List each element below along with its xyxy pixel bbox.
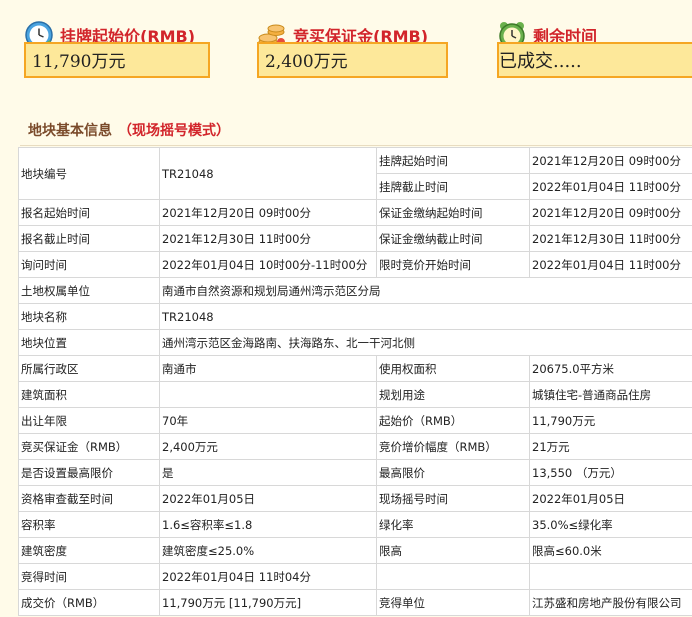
table-cell-key: 现场摇号时间 [376,485,530,512]
table-cell-value [529,563,692,590]
start-price-value: 11,790万元 [24,42,210,78]
table-cell-key: 起始价（RMB） [376,407,530,434]
table-cell-value: 2021年12月20日 09时00分 [529,199,692,226]
table-cell-key: 地块编号 [18,147,160,200]
table-cell-key: 绿化率 [376,511,530,538]
table-cell-value: 江苏盛和房地产股份有限公司 [529,589,692,616]
table-cell-value: 35.0%≤绿化率 [529,511,692,538]
auction-mode: （现场摇号模式） [118,123,230,139]
table-cell-key: 建筑面积 [18,381,160,408]
table-cell-key: 所属行政区 [18,355,160,382]
table-cell-value: 2022年01月05日 [159,485,377,512]
table-cell-key: 挂牌起始时间 [376,147,530,174]
table-cell-value: 是 [159,459,377,486]
table-row: 所属行政区 南通市 使用权面积 20675.0平方米 [18,355,692,382]
table-row: 容积率 1.6≤容积率≤1.8 绿化率 35.0%≤绿化率 [18,511,692,538]
table-cell-key: 竞价增价幅度（RMB） [376,433,530,460]
table-cell-value: 通州湾示范区金海路南、扶海路东、北一干河北侧 [159,329,692,356]
table-cell-value: 2022年01月04日 11时00分 [529,251,692,278]
table-cell-value: 建筑密度≤25.0% [159,537,377,564]
remaining-value: 已成交..... [497,42,692,78]
table-cell-key: 土地权属单位 [18,277,160,304]
table-cell-value: 限高≤60.0米 [529,537,692,564]
table-row: 竞买保证金（RMB） 2,400万元 竞价增价幅度（RMB） 21万元 [18,433,692,460]
table-cell-key: 建筑密度 [18,537,160,564]
deposit-value: 2,400万元 [257,42,448,78]
table-cell-value: 70年 [159,407,377,434]
table-cell-key: 使用权面积 [376,355,530,382]
table-row: 出让年限 70年 起始价（RMB） 11,790万元 [18,407,692,434]
table-cell-key: 限时竞价开始时间 [376,251,530,278]
table-cell-value: 南通市自然资源和规划局通州湾示范区分局 [159,277,692,304]
table-cell-value: 11,790万元 [11,790万元] [159,589,377,616]
table-cell-value: 2021年12月20日 09时00分 [159,199,377,226]
table-cell-value: 2022年01月04日 11时00分 [529,173,692,200]
table-cell-key: 报名起始时间 [18,199,160,226]
table-cell-value: 2021年12月30日 11时00分 [159,225,377,252]
table-row: 竞得时间 2022年01月04日 11时04分 [18,563,692,590]
table-cell-key [376,563,530,590]
table-cell-key: 限高 [376,537,530,564]
table-row: 报名截止时间 2021年12月30日 11时00分 保证金缴纳截止时间 2021… [18,225,692,252]
table-cell-key: 规划用途 [376,381,530,408]
section-title-text: 地块基本信息 [28,123,112,139]
table-cell-key: 报名截止时间 [18,225,160,252]
table-row: 地块编号 TR21048 挂牌起始时间 2021年12月20日 09时00分 [18,147,692,200]
table-row: 建筑密度 建筑密度≤25.0% 限高 限高≤60.0米 [18,537,692,564]
table-row: 报名起始时间 2021年12月20日 09时00分 保证金缴纳起始时间 2021… [18,199,692,226]
table-row: 询问时间 2022年01月04日 10时00分-11时00分 限时竞价开始时间 … [18,251,692,278]
table-cell-key: 保证金缴纳起始时间 [376,199,530,226]
table-cell-key: 是否设置最高限价 [18,459,160,486]
table-row: 土地权属单位 南通市自然资源和规划局通州湾示范区分局 [18,277,692,304]
table-cell-value: 2022年01月05日 [529,485,692,512]
table-cell-key: 容积率 [18,511,160,538]
table-cell-value: 1.6≤容积率≤1.8 [159,511,377,538]
divider [20,145,692,146]
table-cell-value: 21万元 [529,433,692,460]
table-cell-value: 2021年12月30日 11时00分 [529,225,692,252]
section-title: 地块基本信息 （现场摇号模式） [28,120,230,140]
table-cell-value: 南通市 [159,355,377,382]
table-cell-value [159,381,377,408]
table-cell-value: 城镇住宅-普通商品住房 [529,381,692,408]
table-cell-key: 资格审查截至时间 [18,485,160,512]
table-row: 资格审查截至时间 2022年01月05日 现场摇号时间 2022年01月05日 [18,485,692,512]
table-cell-value: TR21048 [159,147,377,200]
table-cell-key: 成交价（RMB） [18,589,160,616]
table-cell-key: 询问时间 [18,251,160,278]
table-cell-value: 2022年01月04日 10时00分-11时00分 [159,251,377,278]
land-info-table: 地块编号 TR21048 挂牌起始时间 2021年12月20日 09时00分 挂… [18,147,692,616]
table-cell-value: 2022年01月04日 11时04分 [159,563,377,590]
table-cell-value: TR21048 [159,303,692,330]
table-cell-key: 保证金缴纳截止时间 [376,225,530,252]
table-cell-key: 出让年限 [18,407,160,434]
table-cell-key: 竞得时间 [18,563,160,590]
table-cell-value: 11,790万元 [529,407,692,434]
table-cell-value: 2021年12月20日 09时00分 [529,147,692,174]
table-row: 成交价（RMB） 11,790万元 [11,790万元] 竞得单位 江苏盛和房地… [18,589,692,616]
table-row: 建筑面积 规划用途 城镇住宅-普通商品住房 [18,381,692,408]
table-cell-key: 挂牌截止时间 [376,173,530,200]
table-row: 地块位置 通州湾示范区金海路南、扶海路东、北一干河北侧 [18,329,692,356]
table-cell-key: 地块名称 [18,303,160,330]
table-cell-value: 20675.0平方米 [529,355,692,382]
table-row: 地块名称 TR21048 [18,303,692,330]
table-cell-key: 最高限价 [376,459,530,486]
table-cell-key: 竞得单位 [376,589,530,616]
table-cell-value: 2,400万元 [159,433,377,460]
table-cell-value: 13,550 （万元） [529,459,692,486]
table-cell-key: 地块位置 [18,329,160,356]
table-row: 是否设置最高限价 是 最高限价 13,550 （万元） [18,459,692,486]
table-cell-key: 竞买保证金（RMB） [18,433,160,460]
